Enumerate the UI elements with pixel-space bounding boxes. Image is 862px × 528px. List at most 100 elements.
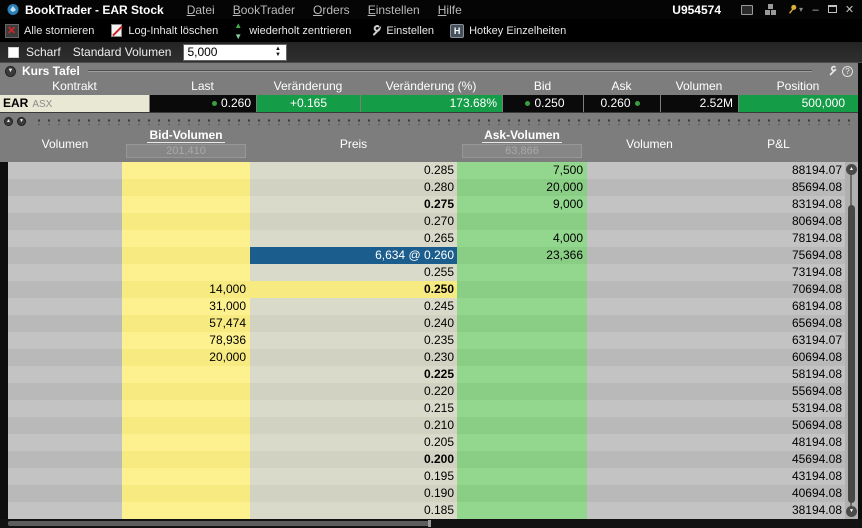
ask-volume-cell[interactable] xyxy=(457,315,587,332)
price-cell[interactable]: 6,634 @ 0.260 xyxy=(250,247,457,264)
menu-booktrader[interactable]: BookTrader xyxy=(233,3,295,17)
horizontal-scrollbar[interactable] xyxy=(0,519,862,528)
price-cell[interactable]: 0.230 xyxy=(250,349,457,366)
ask-volume-cell[interactable] xyxy=(457,451,587,468)
price-cell[interactable]: 0.215 xyxy=(250,400,457,417)
volume-spinner[interactable]: ▲▼ xyxy=(270,45,285,60)
ask-volume-cell[interactable] xyxy=(457,400,587,417)
close-button[interactable]: ✕ xyxy=(841,3,858,16)
default-volume-field[interactable]: ▲▼ xyxy=(183,44,287,61)
ask-volume-cell[interactable] xyxy=(457,349,587,366)
ask-volume-cell[interactable]: 20,000 xyxy=(457,179,587,196)
price-cell[interactable]: 0.255 xyxy=(250,264,457,281)
price-cell[interactable]: 0.220 xyxy=(250,383,457,400)
hotkey-details-button[interactable]: H Hotkey Einzelheiten xyxy=(450,24,566,38)
ask-volume-cell[interactable]: 9,000 xyxy=(457,196,587,213)
scroll-down-button[interactable]: ▼ xyxy=(846,506,857,517)
cancel-all-button[interactable]: Alle stornieren xyxy=(5,24,94,38)
maximize-button[interactable] xyxy=(824,4,841,16)
collapse-section-button[interactable]: ▼ xyxy=(5,66,16,77)
scrollbar-thumb[interactable] xyxy=(848,205,855,503)
vertical-scrollbar[interactable]: ▲ ▼ xyxy=(845,162,858,519)
bid-volume-cell[interactable] xyxy=(122,434,250,451)
bid-volume-cell[interactable] xyxy=(122,162,250,179)
bid-volume-cell[interactable] xyxy=(122,366,250,383)
bid-volume-cell[interactable] xyxy=(122,213,250,230)
screenshot-icon[interactable] xyxy=(739,3,755,16)
ask-volume-cell[interactable]: 4,000 xyxy=(457,230,587,247)
bid-volume-cell[interactable] xyxy=(122,502,250,519)
bid-volume-cell[interactable]: 20,000 xyxy=(122,349,250,366)
ask-volume-cell[interactable] xyxy=(457,298,587,315)
scroll-ladder-down-button[interactable]: ▼ xyxy=(17,117,26,126)
menu-einstellen[interactable]: Einstellen xyxy=(368,3,420,17)
ladder-splitter[interactable]: ▲ ▼ xyxy=(0,116,858,126)
ask-volume-cell[interactable]: 7,500 xyxy=(457,162,587,179)
price-cell[interactable]: 0.195 xyxy=(250,468,457,485)
minimize-button[interactable]: – xyxy=(807,4,824,16)
price-cell[interactable]: 0.200 xyxy=(250,451,457,468)
menu-orders[interactable]: Orders xyxy=(313,3,350,17)
bid-volume-cell[interactable] xyxy=(122,400,250,417)
price-cell[interactable]: 0.190 xyxy=(250,485,457,502)
bid-volume-cell[interactable] xyxy=(122,196,250,213)
bid-volume-cell[interactable]: 57,474 xyxy=(122,315,250,332)
price-cell[interactable]: 0.265 xyxy=(250,230,457,247)
ask-volume-cell[interactable] xyxy=(457,281,587,298)
default-volume-input[interactable] xyxy=(184,45,268,60)
pin-icon[interactable]: ▾ xyxy=(787,3,803,16)
price-cell[interactable]: 0.270 xyxy=(250,213,457,230)
bid-volume-cell[interactable] xyxy=(122,247,250,264)
bid-volume-cell[interactable] xyxy=(122,179,250,196)
quote-contract-cell[interactable]: EARASX xyxy=(0,95,149,112)
ask-volume-cell[interactable] xyxy=(457,434,587,451)
price-cell[interactable]: 0.275 xyxy=(250,196,457,213)
ask-volume-cell[interactable] xyxy=(457,366,587,383)
splitter-grip[interactable] xyxy=(34,118,858,125)
ask-volume-cell[interactable]: 23,366 xyxy=(457,247,587,264)
quote-row[interactable]: EARASX 0.260 +0.165 173.68% 0.250 0.260 … xyxy=(0,95,858,112)
bid-volume-cell[interactable]: 78,936 xyxy=(122,332,250,349)
bid-volume-cell[interactable]: 14,000 xyxy=(122,281,250,298)
blocks-icon[interactable] xyxy=(763,3,779,16)
bid-volume-cell[interactable] xyxy=(122,383,250,400)
price-cell[interactable]: 0.210 xyxy=(250,417,457,434)
h-scrollbar-thumb[interactable] xyxy=(8,521,430,526)
bid-volume-cell[interactable] xyxy=(122,451,250,468)
price-cell[interactable]: 0.280 xyxy=(250,179,457,196)
ask-volume-cell[interactable] xyxy=(457,213,587,230)
ask-volume-cell[interactable] xyxy=(457,468,587,485)
price-cell[interactable]: 0.235 xyxy=(250,332,457,349)
pin-caret-icon[interactable]: ▾ xyxy=(799,5,803,14)
price-cell[interactable]: 0.240 xyxy=(250,315,457,332)
ask-volume-cell[interactable] xyxy=(457,264,587,281)
section-wrench-icon[interactable] xyxy=(825,65,837,77)
ask-volume-cell[interactable] xyxy=(457,417,587,434)
h-scrollbar-grip[interactable] xyxy=(428,520,431,527)
bid-volume-cell[interactable] xyxy=(122,485,250,502)
price-cell[interactable]: 0.205 xyxy=(250,434,457,451)
price-cell[interactable]: 0.245 xyxy=(250,298,457,315)
ask-volume-cell[interactable] xyxy=(457,485,587,502)
configure-button[interactable]: Einstellen xyxy=(367,24,434,38)
price-cell[interactable]: 0.250 xyxy=(250,281,457,298)
price-cell[interactable]: 0.225 xyxy=(250,366,457,383)
armed-checkbox[interactable] xyxy=(8,47,19,58)
bid-volume-cell[interactable] xyxy=(122,230,250,247)
scroll-up-button[interactable]: ▲ xyxy=(846,164,857,175)
menu-datei[interactable]: Datei xyxy=(187,3,215,17)
price-cell[interactable]: 0.185 xyxy=(250,502,457,519)
bid-volume-cell[interactable]: 31,000 xyxy=(122,298,250,315)
ask-volume-cell[interactable] xyxy=(457,502,587,519)
bid-volume-cell[interactable] xyxy=(122,468,250,485)
price-cell[interactable]: 0.285 xyxy=(250,162,457,179)
bid-volume-cell[interactable] xyxy=(122,264,250,281)
menu-hilfe[interactable]: Hilfe xyxy=(438,3,462,17)
help-icon[interactable]: ? xyxy=(842,66,853,77)
ask-volume-cell[interactable] xyxy=(457,332,587,349)
scroll-ladder-up-button[interactable]: ▲ xyxy=(4,117,13,126)
recenter-button[interactable]: wiederholt zentrieren xyxy=(234,24,351,38)
bid-volume-cell[interactable] xyxy=(122,417,250,434)
ask-volume-cell[interactable] xyxy=(457,383,587,400)
clear-log-button[interactable]: Log-Inhalt löschen xyxy=(110,24,218,37)
